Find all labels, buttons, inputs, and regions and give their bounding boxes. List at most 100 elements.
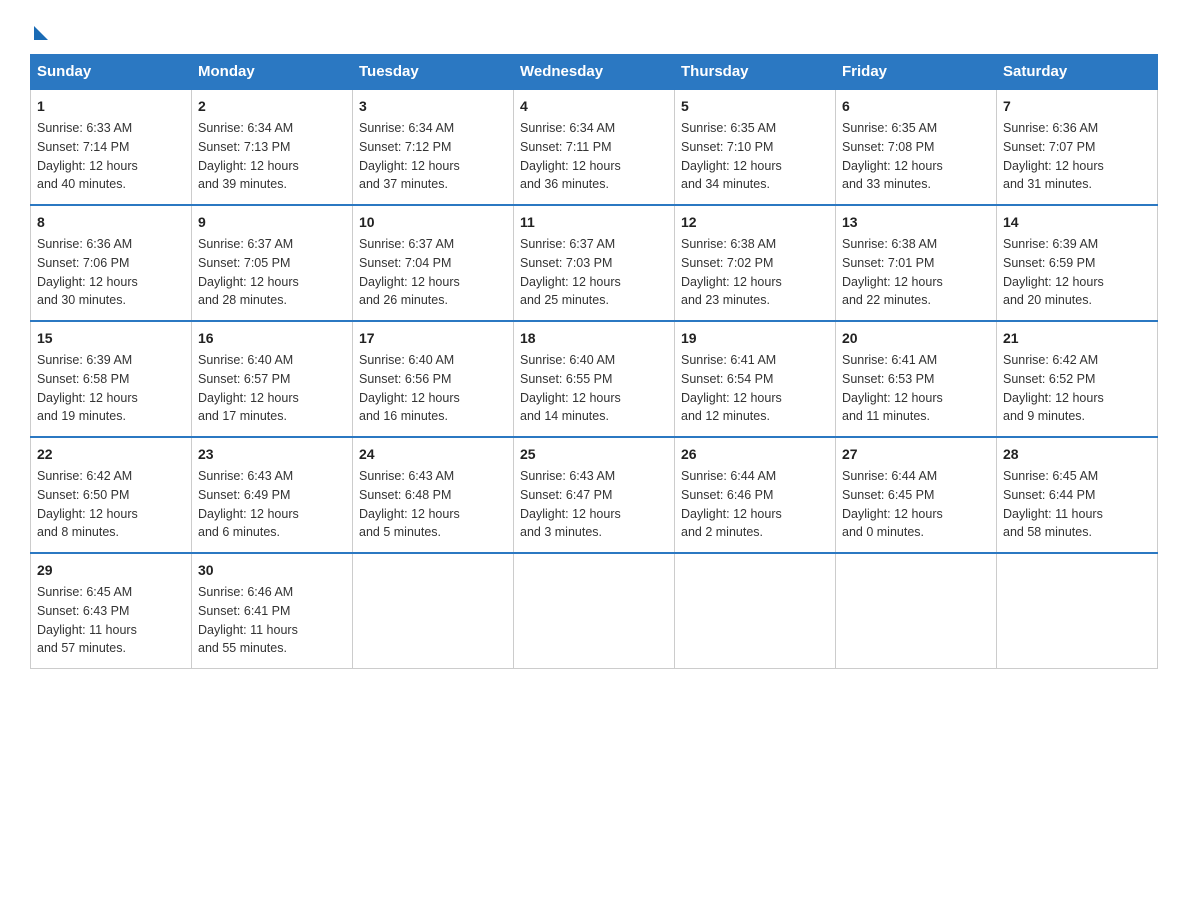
day-number: 29 [37, 560, 185, 581]
day-number: 6 [842, 96, 990, 117]
week-row-2: 8 Sunrise: 6:36 AMSunset: 7:06 PMDayligh… [31, 205, 1158, 321]
day-number: 15 [37, 328, 185, 349]
day-cell: 6 Sunrise: 6:35 AMSunset: 7:08 PMDayligh… [836, 89, 997, 205]
column-header-monday: Monday [192, 55, 353, 90]
day-number: 8 [37, 212, 185, 233]
column-header-saturday: Saturday [997, 55, 1158, 90]
day-number: 14 [1003, 212, 1151, 233]
day-info: Sunrise: 6:34 AMSunset: 7:11 PMDaylight:… [520, 119, 668, 194]
day-number: 26 [681, 444, 829, 465]
day-info: Sunrise: 6:38 AMSunset: 7:01 PMDaylight:… [842, 235, 990, 310]
day-number: 10 [359, 212, 507, 233]
day-number: 27 [842, 444, 990, 465]
day-number: 23 [198, 444, 346, 465]
day-info: Sunrise: 6:34 AMSunset: 7:12 PMDaylight:… [359, 119, 507, 194]
day-number: 20 [842, 328, 990, 349]
day-cell: 24 Sunrise: 6:43 AMSunset: 6:48 PMDaylig… [353, 437, 514, 553]
day-cell: 16 Sunrise: 6:40 AMSunset: 6:57 PMDaylig… [192, 321, 353, 437]
day-cell: 27 Sunrise: 6:44 AMSunset: 6:45 PMDaylig… [836, 437, 997, 553]
day-info: Sunrise: 6:44 AMSunset: 6:45 PMDaylight:… [842, 467, 990, 542]
day-info: Sunrise: 6:36 AMSunset: 7:06 PMDaylight:… [37, 235, 185, 310]
day-number: 24 [359, 444, 507, 465]
day-number: 3 [359, 96, 507, 117]
day-info: Sunrise: 6:39 AMSunset: 6:59 PMDaylight:… [1003, 235, 1151, 310]
day-cell: 15 Sunrise: 6:39 AMSunset: 6:58 PMDaylig… [31, 321, 192, 437]
day-number: 11 [520, 212, 668, 233]
header [30, 20, 1158, 36]
day-info: Sunrise: 6:41 AMSunset: 6:53 PMDaylight:… [842, 351, 990, 426]
day-cell: 22 Sunrise: 6:42 AMSunset: 6:50 PMDaylig… [31, 437, 192, 553]
day-cell: 12 Sunrise: 6:38 AMSunset: 7:02 PMDaylig… [675, 205, 836, 321]
day-info: Sunrise: 6:41 AMSunset: 6:54 PMDaylight:… [681, 351, 829, 426]
day-cell: 4 Sunrise: 6:34 AMSunset: 7:11 PMDayligh… [514, 89, 675, 205]
day-cell: 26 Sunrise: 6:44 AMSunset: 6:46 PMDaylig… [675, 437, 836, 553]
calendar-table: SundayMondayTuesdayWednesdayThursdayFrid… [30, 54, 1158, 669]
day-number: 25 [520, 444, 668, 465]
day-cell: 8 Sunrise: 6:36 AMSunset: 7:06 PMDayligh… [31, 205, 192, 321]
day-cell: 29 Sunrise: 6:45 AMSunset: 6:43 PMDaylig… [31, 553, 192, 669]
day-cell: 17 Sunrise: 6:40 AMSunset: 6:56 PMDaylig… [353, 321, 514, 437]
day-info: Sunrise: 6:35 AMSunset: 7:10 PMDaylight:… [681, 119, 829, 194]
week-row-1: 1 Sunrise: 6:33 AMSunset: 7:14 PMDayligh… [31, 89, 1158, 205]
day-cell: 28 Sunrise: 6:45 AMSunset: 6:44 PMDaylig… [997, 437, 1158, 553]
day-info: Sunrise: 6:38 AMSunset: 7:02 PMDaylight:… [681, 235, 829, 310]
logo-triangle-icon [34, 26, 48, 40]
day-cell: 2 Sunrise: 6:34 AMSunset: 7:13 PMDayligh… [192, 89, 353, 205]
day-cell: 25 Sunrise: 6:43 AMSunset: 6:47 PMDaylig… [514, 437, 675, 553]
day-number: 13 [842, 212, 990, 233]
day-number: 28 [1003, 444, 1151, 465]
day-number: 9 [198, 212, 346, 233]
day-info: Sunrise: 6:37 AMSunset: 7:05 PMDaylight:… [198, 235, 346, 310]
day-number: 16 [198, 328, 346, 349]
column-header-wednesday: Wednesday [514, 55, 675, 90]
day-info: Sunrise: 6:36 AMSunset: 7:07 PMDaylight:… [1003, 119, 1151, 194]
column-header-sunday: Sunday [31, 55, 192, 90]
week-row-5: 29 Sunrise: 6:45 AMSunset: 6:43 PMDaylig… [31, 553, 1158, 669]
day-cell [514, 553, 675, 669]
day-cell: 11 Sunrise: 6:37 AMSunset: 7:03 PMDaylig… [514, 205, 675, 321]
logo [30, 20, 48, 36]
day-number: 18 [520, 328, 668, 349]
day-info: Sunrise: 6:43 AMSunset: 6:49 PMDaylight:… [198, 467, 346, 542]
day-info: Sunrise: 6:46 AMSunset: 6:41 PMDaylight:… [198, 583, 346, 658]
day-info: Sunrise: 6:44 AMSunset: 6:46 PMDaylight:… [681, 467, 829, 542]
day-cell: 13 Sunrise: 6:38 AMSunset: 7:01 PMDaylig… [836, 205, 997, 321]
week-row-3: 15 Sunrise: 6:39 AMSunset: 6:58 PMDaylig… [31, 321, 1158, 437]
day-info: Sunrise: 6:40 AMSunset: 6:56 PMDaylight:… [359, 351, 507, 426]
day-info: Sunrise: 6:37 AMSunset: 7:03 PMDaylight:… [520, 235, 668, 310]
day-number: 19 [681, 328, 829, 349]
day-number: 30 [198, 560, 346, 581]
day-info: Sunrise: 6:45 AMSunset: 6:43 PMDaylight:… [37, 583, 185, 658]
day-number: 17 [359, 328, 507, 349]
day-info: Sunrise: 6:43 AMSunset: 6:48 PMDaylight:… [359, 467, 507, 542]
day-info: Sunrise: 6:34 AMSunset: 7:13 PMDaylight:… [198, 119, 346, 194]
day-cell: 21 Sunrise: 6:42 AMSunset: 6:52 PMDaylig… [997, 321, 1158, 437]
day-number: 2 [198, 96, 346, 117]
header-row: SundayMondayTuesdayWednesdayThursdayFrid… [31, 55, 1158, 90]
day-cell: 30 Sunrise: 6:46 AMSunset: 6:41 PMDaylig… [192, 553, 353, 669]
day-cell: 3 Sunrise: 6:34 AMSunset: 7:12 PMDayligh… [353, 89, 514, 205]
day-info: Sunrise: 6:40 AMSunset: 6:57 PMDaylight:… [198, 351, 346, 426]
day-info: Sunrise: 6:33 AMSunset: 7:14 PMDaylight:… [37, 119, 185, 194]
day-cell [353, 553, 514, 669]
day-cell [997, 553, 1158, 669]
day-number: 21 [1003, 328, 1151, 349]
day-cell: 20 Sunrise: 6:41 AMSunset: 6:53 PMDaylig… [836, 321, 997, 437]
day-cell: 7 Sunrise: 6:36 AMSunset: 7:07 PMDayligh… [997, 89, 1158, 205]
column-header-thursday: Thursday [675, 55, 836, 90]
column-header-tuesday: Tuesday [353, 55, 514, 90]
day-number: 12 [681, 212, 829, 233]
day-info: Sunrise: 6:40 AMSunset: 6:55 PMDaylight:… [520, 351, 668, 426]
day-cell: 14 Sunrise: 6:39 AMSunset: 6:59 PMDaylig… [997, 205, 1158, 321]
column-header-friday: Friday [836, 55, 997, 90]
day-cell: 19 Sunrise: 6:41 AMSunset: 6:54 PMDaylig… [675, 321, 836, 437]
day-info: Sunrise: 6:39 AMSunset: 6:58 PMDaylight:… [37, 351, 185, 426]
day-info: Sunrise: 6:35 AMSunset: 7:08 PMDaylight:… [842, 119, 990, 194]
day-info: Sunrise: 6:45 AMSunset: 6:44 PMDaylight:… [1003, 467, 1151, 542]
day-info: Sunrise: 6:43 AMSunset: 6:47 PMDaylight:… [520, 467, 668, 542]
day-cell: 1 Sunrise: 6:33 AMSunset: 7:14 PMDayligh… [31, 89, 192, 205]
day-cell [836, 553, 997, 669]
day-cell: 5 Sunrise: 6:35 AMSunset: 7:10 PMDayligh… [675, 89, 836, 205]
day-cell: 10 Sunrise: 6:37 AMSunset: 7:04 PMDaylig… [353, 205, 514, 321]
day-info: Sunrise: 6:42 AMSunset: 6:52 PMDaylight:… [1003, 351, 1151, 426]
